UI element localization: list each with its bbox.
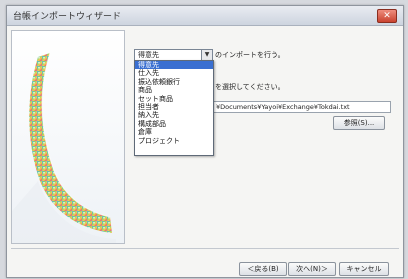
file-path-value: ¥Documents¥Yayoi¥Exchange¥Tokdai.txt bbox=[216, 103, 350, 111]
import-type-value: 得意先 bbox=[138, 51, 159, 59]
import-type-suffix: のインポートを行う。 bbox=[215, 51, 285, 59]
dropdown-option[interactable]: 納入先 bbox=[135, 111, 213, 119]
dropdown-option[interactable]: プロジェクト bbox=[135, 137, 213, 145]
dropdown-option[interactable]: 振込依頼銀行 bbox=[135, 78, 213, 86]
dropdown-option[interactable]: 構成部品 bbox=[135, 120, 213, 128]
chevron-down-icon[interactable]: ▼ bbox=[201, 50, 212, 60]
document-ribbon-illustration-icon bbox=[12, 52, 116, 243]
close-icon: ✕ bbox=[383, 11, 391, 21]
close-button[interactable]: ✕ bbox=[377, 9, 397, 23]
file-instruction-text: を選択してください。 bbox=[215, 83, 285, 91]
dropdown-option[interactable]: 仕入先 bbox=[135, 69, 213, 77]
title-bar[interactable]: 台帳インポートウィザード ✕ bbox=[7, 6, 403, 26]
dropdown-option[interactable]: セット商品 bbox=[135, 95, 213, 103]
file-path-field[interactable]: ¥Documents¥Yayoi¥Exchange¥Tokdai.txt bbox=[213, 101, 391, 113]
window-title: 台帳インポートウィザード bbox=[13, 12, 122, 22]
dropdown-option[interactable]: 倉庫 bbox=[135, 128, 213, 136]
wizard-illustration-panel bbox=[11, 30, 125, 244]
back-button[interactable]: ＜戻る(B) bbox=[239, 262, 287, 276]
dropdown-option[interactable]: 商品 bbox=[135, 86, 213, 94]
import-type-dropdown-list: 得意先 仕入先 振込依頼銀行 商品 セット商品 担当者 納入先 構成部品 倉庫 … bbox=[134, 60, 214, 156]
next-button[interactable]: 次へ(N)＞ bbox=[288, 262, 336, 276]
browse-button[interactable]: 参照(S)... bbox=[333, 116, 385, 130]
cancel-button[interactable]: キャンセル bbox=[339, 262, 389, 276]
footer-divider bbox=[11, 248, 399, 249]
import-wizard-window: 台帳インポートウィザード ✕ 得意先 ▼ のインポートを行う。 を選択してくださ… bbox=[6, 5, 404, 278]
